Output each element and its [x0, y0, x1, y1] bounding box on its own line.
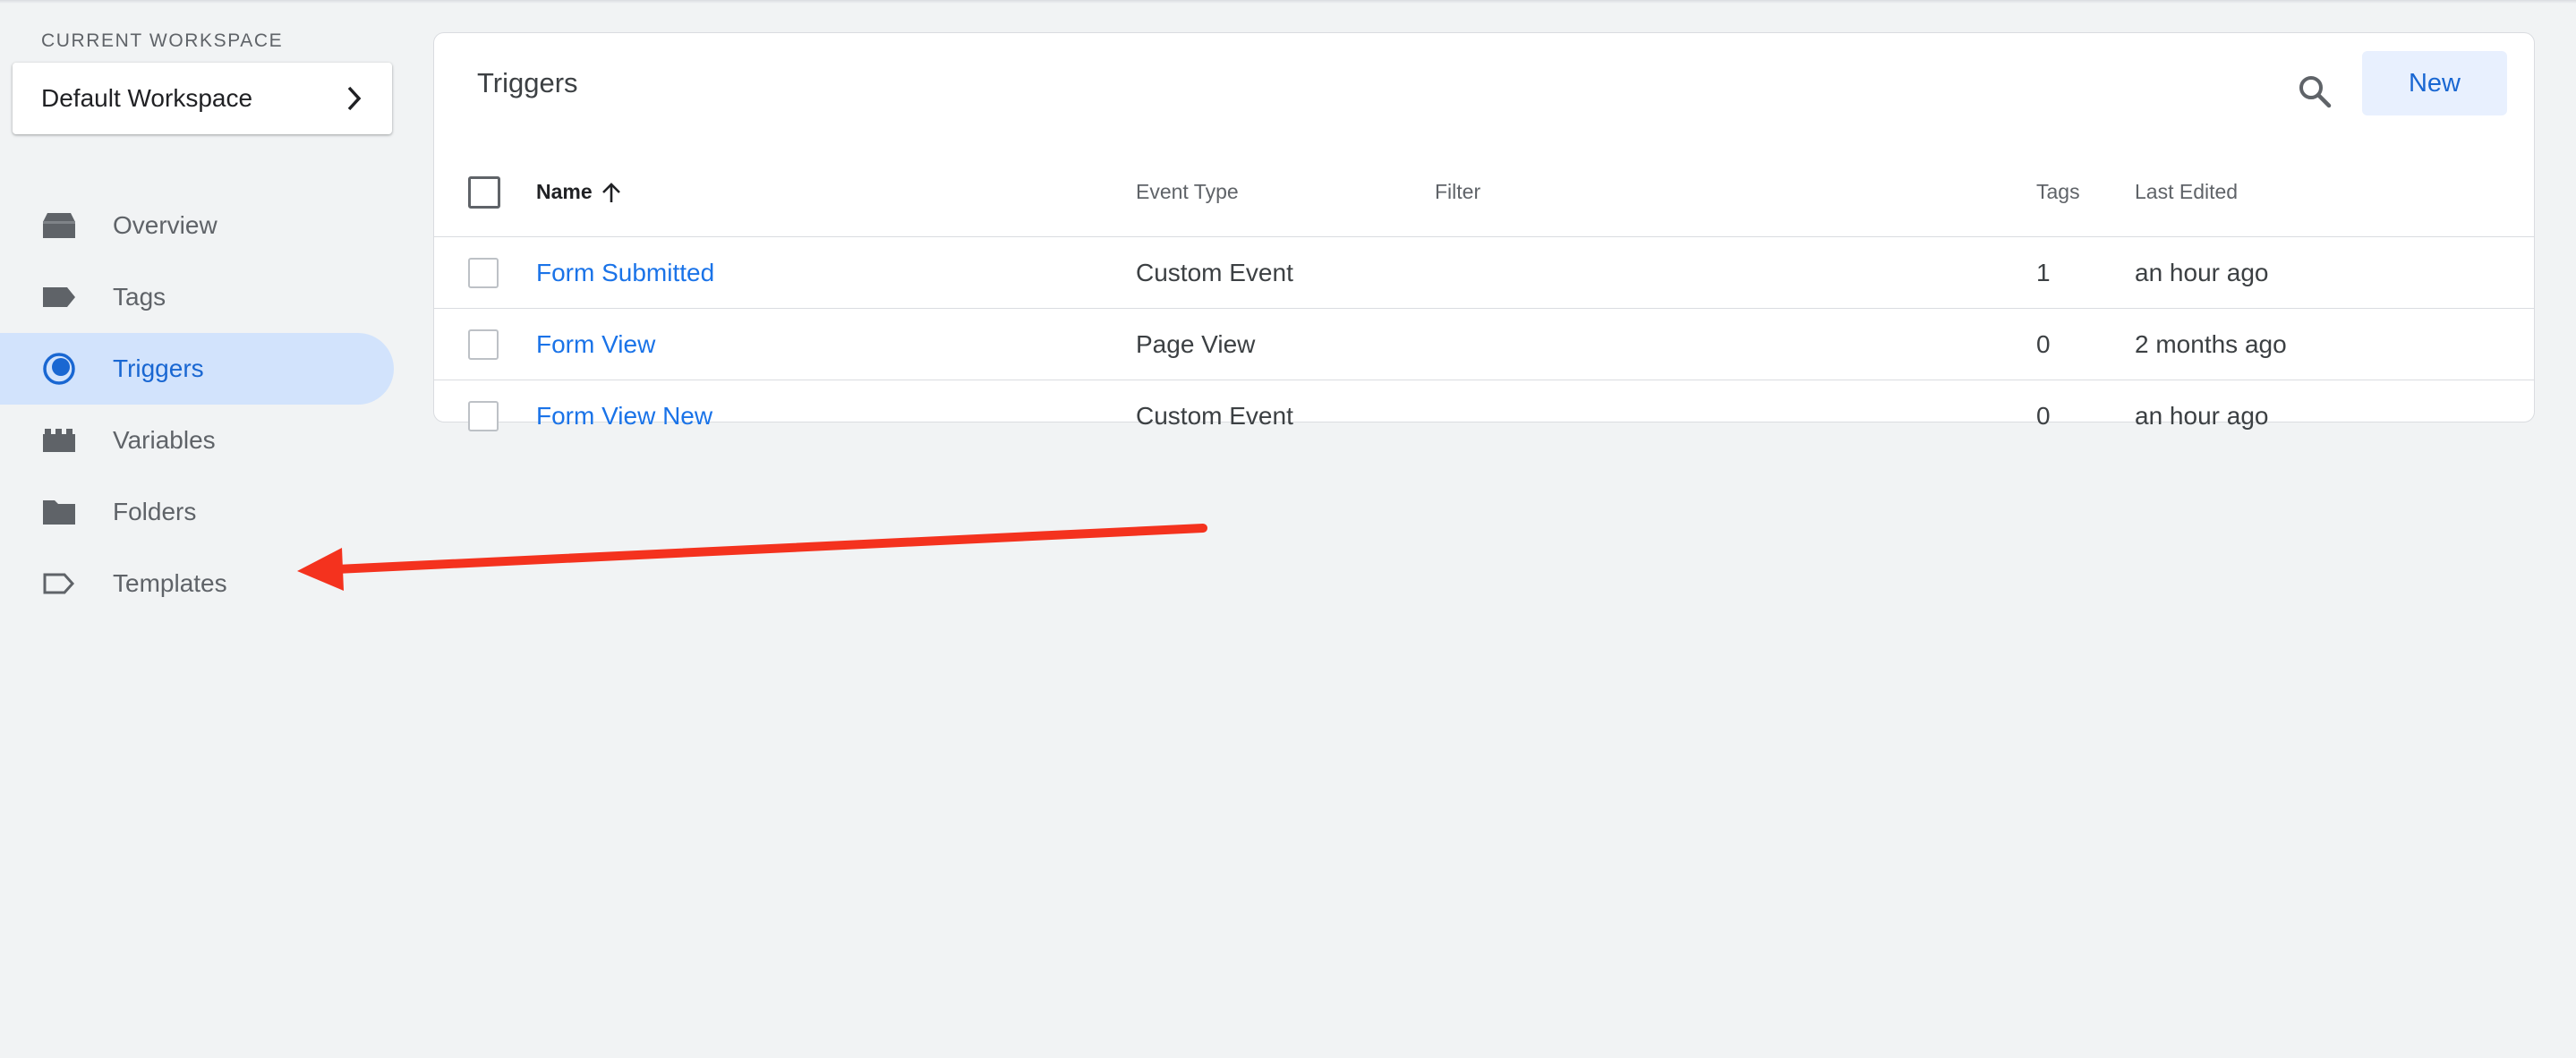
trigger-name-link[interactable]: Form View	[536, 309, 655, 380]
column-header-filter[interactable]: Filter	[1435, 148, 1480, 236]
tags-count-cell: 0	[2036, 329, 2051, 358]
sidebar-item-tags[interactable]: Tags	[0, 261, 394, 333]
sidebar-item-triggers[interactable]: Triggers	[0, 333, 394, 405]
event-type-cell: Custom Event	[1136, 402, 1293, 430]
sidebar-item-label: Variables	[113, 426, 216, 454]
sidebar-item-label: Templates	[113, 569, 227, 597]
column-header-last-edited[interactable]: Last Edited	[2135, 148, 2238, 236]
workspace-selector[interactable]: Default Workspace	[13, 63, 392, 134]
last-edited-cell: an hour ago	[2135, 402, 2269, 430]
arrow-up-icon	[601, 182, 621, 203]
select-all-checkbox[interactable]	[468, 175, 500, 209]
table-row[interactable]: Form View New Custom Event 0 an hour ago	[434, 380, 2534, 452]
event-type-cell: Page View	[1136, 329, 1256, 358]
sidebar-item-overview[interactable]: Overview	[0, 190, 394, 261]
trigger-icon	[41, 351, 77, 387]
last-edited-cell: an hour ago	[2135, 258, 2269, 286]
template-icon	[41, 566, 77, 602]
row-checkbox[interactable]	[468, 257, 499, 288]
page-title: Triggers	[477, 67, 578, 98]
search-button[interactable]	[2290, 67, 2339, 115]
chevron-right-icon	[345, 85, 365, 112]
event-type-cell: Custom Event	[1136, 258, 1293, 286]
sidebar: CURRENT WORKSPACE Default Workspace Over…	[0, 0, 394, 1058]
column-header-event-type[interactable]: Event Type	[1136, 148, 1239, 236]
trigger-name-link[interactable]: Form View New	[536, 380, 712, 452]
overview-icon	[41, 208, 77, 243]
sidebar-item-label: Folders	[113, 498, 197, 525]
sidebar-item-folders[interactable]: Folders	[0, 476, 394, 548]
row-checkbox[interactable]	[468, 328, 499, 360]
sidebar-item-label: Overview	[113, 211, 218, 239]
table-row[interactable]: Form Submitted Custom Event 1 an hour ag…	[434, 237, 2534, 309]
triggers-table: Name Event Type Filter Tags Last Edited …	[434, 148, 2534, 452]
trigger-name-link[interactable]: Form Submitted	[536, 237, 714, 308]
tags-count-cell: 0	[2036, 402, 2051, 430]
sidebar-item-templates[interactable]: Templates	[0, 548, 394, 619]
tag-icon	[41, 279, 77, 315]
search-icon	[2299, 76, 2332, 108]
workspace-label: CURRENT WORKSPACE	[41, 30, 284, 51]
tags-count-cell: 1	[2036, 258, 2051, 286]
row-checkbox[interactable]	[468, 401, 499, 431]
folder-icon	[41, 494, 77, 530]
sidebar-nav: Overview Tags Triggers Variables Folders	[0, 190, 394, 619]
sidebar-item-variables[interactable]: Variables	[0, 405, 394, 476]
column-header-name[interactable]: Name	[536, 148, 621, 236]
table-row[interactable]: Form View Page View 0 2 months ago	[434, 309, 2534, 380]
triggers-card: Triggers New Name Event Type Filter Tags…	[433, 32, 2535, 431]
last-edited-cell: 2 months ago	[2135, 329, 2287, 358]
column-header-tags[interactable]: Tags	[2036, 148, 2080, 236]
variables-icon	[41, 422, 77, 458]
workspace-name: Default Workspace	[41, 84, 253, 112]
new-trigger-button[interactable]: New	[2362, 51, 2507, 115]
table-header-row: Name Event Type Filter Tags Last Edited	[434, 148, 2534, 237]
column-header-name-label: Name	[536, 180, 593, 203]
sidebar-item-label: Triggers	[113, 354, 204, 382]
sidebar-item-label: Tags	[113, 283, 166, 311]
